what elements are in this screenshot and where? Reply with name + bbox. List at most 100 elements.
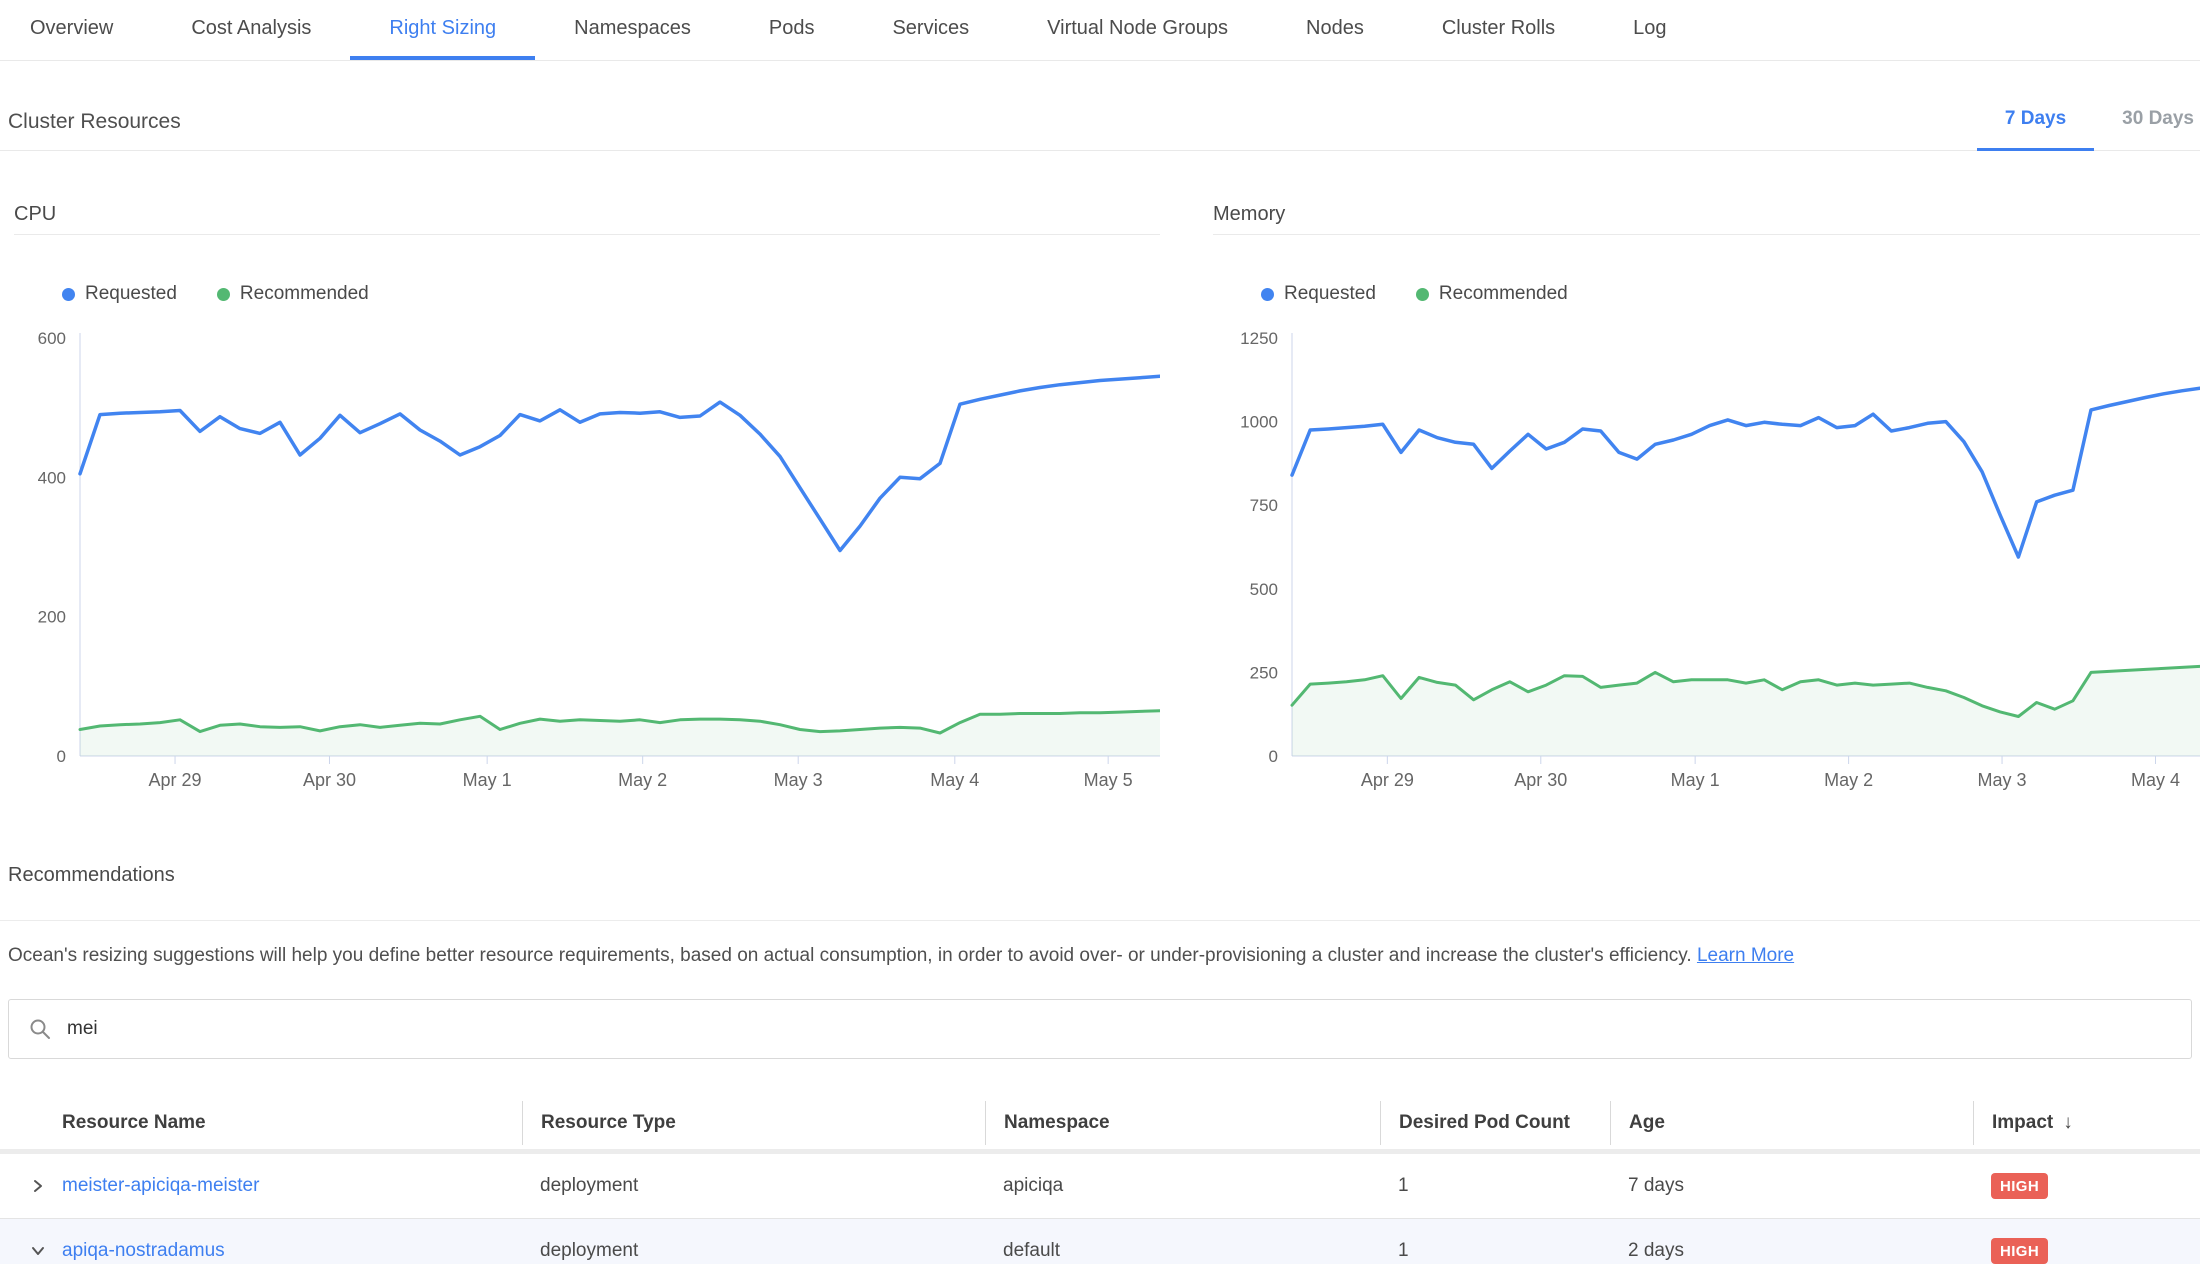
tab-pods[interactable]: Pods — [730, 0, 854, 60]
svg-text:200: 200 — [38, 608, 66, 627]
recommendations-description: Ocean's resizing suggestions will help y… — [8, 943, 2192, 969]
svg-text:Apr 30: Apr 30 — [303, 770, 356, 790]
chevron-down-icon[interactable] — [30, 1243, 46, 1259]
column-header-namespace: Namespace — [985, 1101, 1380, 1145]
recommendations-description-text: Ocean's resizing suggestions will help y… — [8, 945, 1697, 966]
svg-text:May 2: May 2 — [618, 770, 667, 790]
svg-text:May 1: May 1 — [463, 770, 512, 790]
namespace-cell: apiciqa — [985, 1175, 1380, 1197]
namespace-cell: default — [985, 1240, 1380, 1262]
range-30-days[interactable]: 30 Days — [2094, 108, 2200, 151]
resource-name-link[interactable]: apiqa-nostradamus — [62, 1240, 225, 1262]
search-icon — [29, 1018, 51, 1040]
recommendations-title: Recommendations — [8, 862, 2200, 888]
svg-text:750: 750 — [1250, 496, 1278, 515]
tab-services[interactable]: Services — [853, 0, 1008, 60]
legend-label: Recommended — [1439, 283, 1568, 305]
svg-text:1250: 1250 — [1240, 329, 1278, 348]
table-body: meister-apiciqa-meisterdeploymentapiciqa… — [0, 1154, 2200, 1264]
section-title: Cluster Resources — [0, 110, 181, 150]
tab-cost-analysis[interactable]: Cost Analysis — [152, 0, 350, 60]
svg-text:May 3: May 3 — [1978, 770, 2027, 790]
svg-text:0: 0 — [57, 747, 66, 766]
age-cell: 2 days — [1610, 1240, 1973, 1262]
range-7-days[interactable]: 7 Days — [1977, 108, 2094, 151]
tab-cluster-rolls[interactable]: Cluster Rolls — [1403, 0, 1594, 60]
legend-label: Recommended — [240, 283, 369, 305]
resource-name-cell: meister-apiciqa-meister — [0, 1175, 522, 1197]
search-input[interactable] — [67, 1018, 2171, 1040]
svg-text:May 4: May 4 — [930, 770, 979, 790]
legend-dot-recommended — [217, 288, 230, 301]
resource-type-cell: deployment — [522, 1240, 985, 1262]
impact-badge: HIGH — [1991, 1238, 2048, 1264]
column-header-label: Desired Pod Count — [1399, 1112, 1570, 1134]
cpu-chart-canvas: 0 200 400 600 Apr 29 Apr 30 May 1 May 2 May 3 May… — [14, 323, 1160, 798]
memory-chart-title: Memory — [1213, 203, 2200, 235]
resource-type-cell: deployment — [522, 1175, 985, 1197]
svg-text:Apr 30: Apr 30 — [1514, 770, 1567, 790]
sort-desc-icon[interactable]: ↓ — [2063, 1112, 2073, 1134]
legend-label: Requested — [1284, 283, 1376, 305]
svg-text:May 1: May 1 — [1671, 770, 1720, 790]
tab-right-sizing[interactable]: Right Sizing — [350, 0, 535, 60]
desired-pod-count-cell: 1 — [1380, 1240, 1610, 1262]
age-cell: 7 days — [1610, 1175, 1973, 1197]
tab-nodes[interactable]: Nodes — [1267, 0, 1403, 60]
svg-text:Apr 29: Apr 29 — [149, 770, 202, 790]
desired-pod-count-cell: 1 — [1380, 1175, 1610, 1197]
svg-text:May 5: May 5 — [1084, 770, 1133, 790]
legend-item-requested[interactable]: Requested — [62, 283, 177, 305]
column-header-label: Impact — [1992, 1112, 2053, 1134]
cpu-chart-legend: Requested Recommended — [62, 282, 1160, 306]
column-header-impact[interactable]: Impact ↓ — [1973, 1101, 2200, 1145]
column-header-desired-pod-count: Desired Pod Count — [1380, 1101, 1610, 1145]
time-range-toggle: 7 Days 30 Days — [1977, 108, 2200, 150]
table-row: meister-apiciqa-meister deploymentapiciqa… — [0, 1154, 2200, 1218]
memory-chart-legend: Requested Recommended — [1261, 282, 2200, 306]
impact-cell: HIGH — [1973, 1238, 2200, 1264]
tab-log[interactable]: Log — [1594, 0, 1705, 60]
resource-name-link[interactable]: meister-apiciqa-meister — [62, 1175, 259, 1197]
impact-cell: HIGH — [1973, 1173, 2200, 1199]
column-header-label: Namespace — [1004, 1112, 1110, 1134]
legend-dot-requested — [62, 288, 75, 301]
chevron-right-icon[interactable] — [30, 1178, 46, 1194]
memory-chart-canvas: 025050075010001250Apr 29Apr 30May 1May 2… — [1213, 323, 2200, 798]
recommendations-divider — [0, 920, 2200, 921]
resource-name-cell: apiqa-nostradamus — [0, 1240, 522, 1262]
tab-namespaces[interactable]: Namespaces — [535, 0, 730, 60]
svg-text:1000: 1000 — [1240, 413, 1278, 432]
column-header-resource-type: Resource Type — [522, 1101, 985, 1145]
svg-text:May 2: May 2 — [1824, 770, 1873, 790]
svg-text:600: 600 — [38, 329, 66, 348]
tab-overview[interactable]: Overview — [0, 0, 152, 60]
column-header-label: Resource Type — [541, 1112, 676, 1134]
search-box — [8, 999, 2192, 1059]
learn-more-link[interactable]: Learn More — [1697, 945, 1794, 966]
legend-dot-requested — [1261, 288, 1274, 301]
recommendations-table: Resource Name Resource Type Namespace Desir… — [0, 1097, 2200, 1264]
cluster-resources-header: Cluster Resources 7 Days 30 Days — [0, 61, 2200, 151]
cpu-chart-title: CPU — [14, 203, 1160, 235]
impact-badge: HIGH — [1991, 1173, 2048, 1199]
svg-text:May 4: May 4 — [2131, 770, 2180, 790]
top-tab-bar: OverviewCost AnalysisRight SizingNamespa… — [0, 0, 2200, 61]
svg-text:400: 400 — [38, 468, 66, 487]
charts-row: CPU Requested Recommended 0 200 400 600 Apr 2… — [14, 195, 2200, 798]
legend-item-requested[interactable]: Requested — [1261, 283, 1376, 305]
column-header-resource-name: Resource Name — [0, 1101, 522, 1145]
svg-text:May 3: May 3 — [774, 770, 823, 790]
svg-text:500: 500 — [1250, 580, 1278, 599]
table-row: apiqa-nostradamus deploymentdefault12 day… — [0, 1218, 2200, 1264]
legend-dot-recommended — [1416, 288, 1429, 301]
tab-virtual-node-groups[interactable]: Virtual Node Groups — [1008, 0, 1267, 60]
column-header-label: Age — [1629, 1112, 1665, 1134]
legend-item-recommended[interactable]: Recommended — [1416, 283, 1568, 305]
legend-item-recommended[interactable]: Recommended — [217, 283, 369, 305]
memory-chart-panel: Memory RequestedRecommended 025050075010… — [1213, 195, 2200, 798]
svg-text:250: 250 — [1250, 663, 1278, 682]
column-header-label: Resource Name — [62, 1112, 206, 1134]
legend-label: Requested — [85, 283, 177, 305]
table-header-row: Resource Name Resource Type Namespace Desir… — [0, 1097, 2200, 1149]
